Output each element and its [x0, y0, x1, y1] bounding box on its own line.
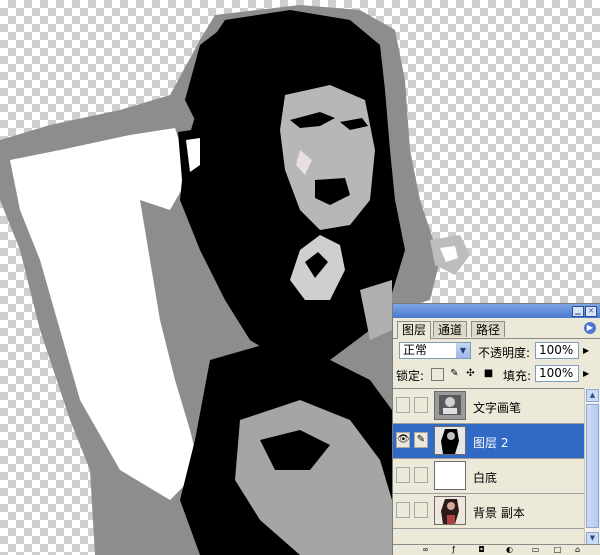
- layers-scrollbar[interactable]: ▲ ▼: [584, 388, 600, 546]
- layer-thumbnail: [434, 391, 466, 420]
- lock-fill-row: 锁定: ✎ ✣ ■ 填充: 100% ▶: [393, 363, 600, 385]
- minimize-icon[interactable]: ▁: [572, 306, 584, 317]
- layer-row-layer-2[interactable]: 👁 ✎ 图层 2: [393, 424, 585, 459]
- panel-menu-icon[interactable]: ▶: [584, 322, 596, 334]
- visibility-toggle[interactable]: [396, 397, 410, 413]
- link-toggle[interactable]: [414, 467, 428, 483]
- layer-name: 文字画笔: [473, 401, 522, 415]
- blend-opacity-row: 正常 ▼ 不透明度: 100% ▶: [393, 340, 600, 362]
- scroll-up-icon[interactable]: ▲: [586, 389, 599, 402]
- mask-icon[interactable]: ◘: [477, 545, 486, 554]
- layer-name: 白底: [473, 471, 498, 485]
- visibility-toggle[interactable]: [396, 467, 410, 483]
- layer-style-icon[interactable]: ƒ: [449, 545, 458, 554]
- link-toggle[interactable]: [414, 397, 428, 413]
- layer-row-text-brush[interactable]: 文字画笔: [393, 389, 585, 424]
- new-layer-icon[interactable]: □: [553, 545, 562, 554]
- opacity-arrow-icon[interactable]: ▶: [583, 346, 589, 355]
- trash-icon[interactable]: ⌂: [573, 545, 582, 554]
- fill-label: 填充:: [503, 369, 532, 383]
- close-icon[interactable]: ✕: [585, 306, 597, 317]
- layer-row-white-bg[interactable]: 白底: [393, 459, 585, 494]
- visibility-toggle[interactable]: [396, 502, 410, 518]
- lock-all-icon[interactable]: ■: [483, 368, 494, 379]
- lock-move-icon[interactable]: ✣: [465, 368, 476, 379]
- blend-mode-value: 正常: [403, 343, 428, 357]
- lock-label: 锁定:: [396, 369, 425, 383]
- layer-thumbnail: [434, 426, 466, 455]
- layer-thumbnail: [434, 461, 466, 490]
- layer-thumbnail: [434, 496, 466, 525]
- brush-icon[interactable]: ✎: [414, 432, 428, 448]
- group-icon[interactable]: ▭: [531, 545, 540, 554]
- panel-tabs: 图层 通道 路径 ▶: [393, 318, 600, 339]
- eye-icon[interactable]: 👁: [396, 432, 410, 448]
- adjustment-icon[interactable]: ◐: [505, 545, 514, 554]
- tab-channels[interactable]: 通道: [433, 321, 468, 337]
- scroll-thumb[interactable]: [586, 404, 599, 528]
- layer-name: 背景 副本: [473, 506, 525, 520]
- fill-input[interactable]: 100%: [535, 365, 579, 382]
- layers-list: 文字画笔 👁 ✎ 图层 2 白底 背景 副本: [393, 388, 585, 547]
- tab-paths[interactable]: 路径: [471, 321, 506, 337]
- link-layers-icon[interactable]: ∞: [421, 545, 430, 554]
- lock-transparency-icon[interactable]: [431, 368, 444, 381]
- link-toggle[interactable]: [414, 502, 428, 518]
- layers-panel: ▁ ✕ 图层 通道 路径 ▶ 正常 ▼ 不透明度: 100% ▶ 锁定: ✎ ✣…: [392, 303, 600, 555]
- opacity-label: 不透明度:: [478, 346, 531, 360]
- fill-arrow-icon[interactable]: ▶: [583, 369, 589, 378]
- blend-mode-select[interactable]: 正常 ▼: [399, 342, 471, 359]
- panel-title-bar[interactable]: ▁ ✕: [393, 304, 600, 318]
- lock-brush-icon[interactable]: ✎: [449, 368, 460, 379]
- chevron-down-icon[interactable]: ▼: [456, 343, 470, 358]
- layer-row-bg-copy[interactable]: 背景 副本: [393, 494, 585, 529]
- panel-bottom-toolbar: ∞ ƒ ◘ ◐ ▭ □ ⌂: [393, 544, 600, 555]
- layer-name: 图层 2: [473, 436, 509, 450]
- tab-layers[interactable]: 图层: [397, 321, 432, 339]
- opacity-input[interactable]: 100%: [535, 342, 579, 359]
